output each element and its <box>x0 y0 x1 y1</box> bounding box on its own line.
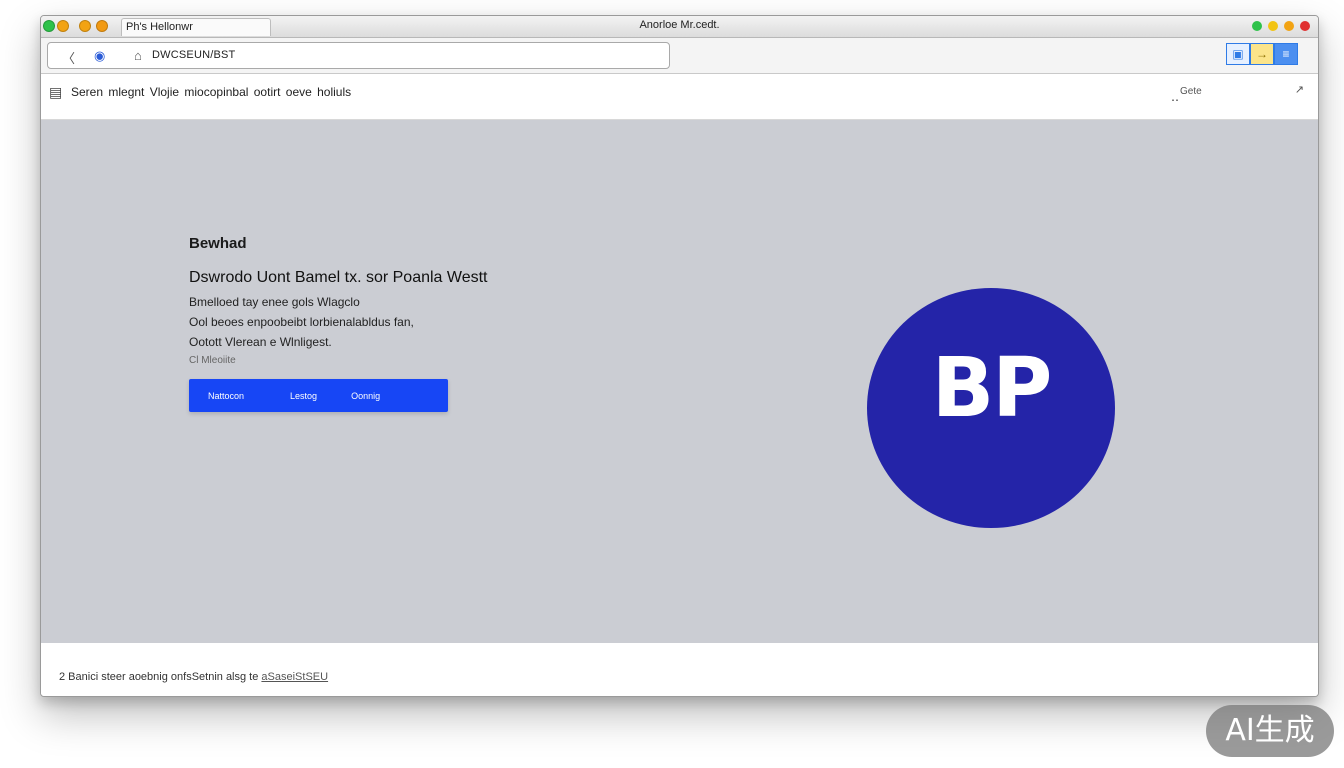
hero-line-1: Bmelloed tay enee gols Wlagclo <box>189 295 360 309</box>
info-bar-side-label[interactable]: Gete <box>1180 86 1202 97</box>
cast-icon[interactable]: ◉ <box>94 48 105 64</box>
title-bar: Ph's Hellonwr Anorloe Mr.cedt. <box>41 16 1318 38</box>
main-content: Bewhad Dswrodo Uont Bamel tx. sor Poanla… <box>41 120 1318 643</box>
status-dot-green-icon <box>1252 21 1262 31</box>
browser-toolbar: 〈 ◉ ⌂ DWCSEUN/BST ▣ → ≡ <box>41 38 1318 74</box>
menu-button[interactable]: ≡ <box>1274 43 1298 65</box>
hero-section: Bewhad Dswrodo Uont Bamel tx. sor Poanla… <box>189 235 488 412</box>
folder-button[interactable]: → <box>1250 43 1274 65</box>
browser-window: Ph's Hellonwr Anorloe Mr.cedt. 〈 ◉ ⌂ DWC… <box>40 15 1319 697</box>
hero-button-3[interactable]: Oonnig <box>351 391 380 401</box>
status-dot-red-icon <box>1300 21 1310 31</box>
status-dot-yellow-icon <box>1268 21 1278 31</box>
expand-arrow-icon[interactable]: ↗ <box>1295 83 1304 96</box>
bookmark-folder-icon[interactable]: ▤ <box>49 84 62 101</box>
hero-line-3: Ootott Vlerean e Wlnligest. <box>189 335 332 349</box>
ai-generated-watermark: AI生成 <box>1206 705 1334 757</box>
hero-button-2[interactable]: Lestog <box>290 391 317 401</box>
screen-button[interactable]: ▣ <box>1226 43 1250 65</box>
hero-eyebrow: Bewhad <box>189 235 247 252</box>
hero-small-line: Cl Mleoiite <box>189 355 236 366</box>
info-bar: ▤ Seren mlegnt Vlojie miocopinbal ootirt… <box>41 74 1318 120</box>
page-footer: 2 Banici steer aoebnig onfsSetnin alsg t… <box>41 643 1318 696</box>
back-icon[interactable]: 〈 <box>62 48 75 67</box>
brand-logo-text: BP <box>931 340 1053 436</box>
address-bar[interactable]: 〈 ◉ ⌂ DWCSEUN/BST <box>47 42 670 69</box>
hero-button-group: Nattocon Lestog Oonnig <box>189 379 448 412</box>
info-bar-text: Seren mlegnt Vlojie miocopinbal ootirt o… <box>71 85 352 99</box>
status-dot-orange-icon <box>1284 21 1294 31</box>
screen-icon: ▣ <box>1232 47 1244 61</box>
window-title: Anorloe Mr.cedt. <box>639 19 720 31</box>
footer-link[interactable]: aSaseiStSEU <box>261 671 328 683</box>
lock-icon: ⌂ <box>134 48 142 63</box>
folder-icon: → <box>1256 47 1268 61</box>
footer-text-row: 2 Banici steer aoebnig onfsSetnin alsg t… <box>59 671 328 683</box>
hero-button-1[interactable]: Nattocon <box>208 391 244 401</box>
brand-logo: BP <box>867 288 1115 528</box>
menu-icon: ≡ <box>1282 47 1290 61</box>
hero-line-2: Ool beoes enpoobeibt lorbienalabldus fan… <box>189 315 414 329</box>
status-indicators <box>1252 20 1310 32</box>
hero-heading: Dswrodo Uont Bamel tx. sor Poanla Westt <box>189 269 488 286</box>
more-dots-icon[interactable]: ‥ <box>1171 90 1179 104</box>
toolbar-buttons: ▣ → ≡ <box>1226 43 1298 65</box>
footer-text: 2 Banici steer aoebnig onfsSetnin alsg t… <box>59 671 259 683</box>
url-text[interactable]: DWCSEUN/BST <box>152 49 235 61</box>
